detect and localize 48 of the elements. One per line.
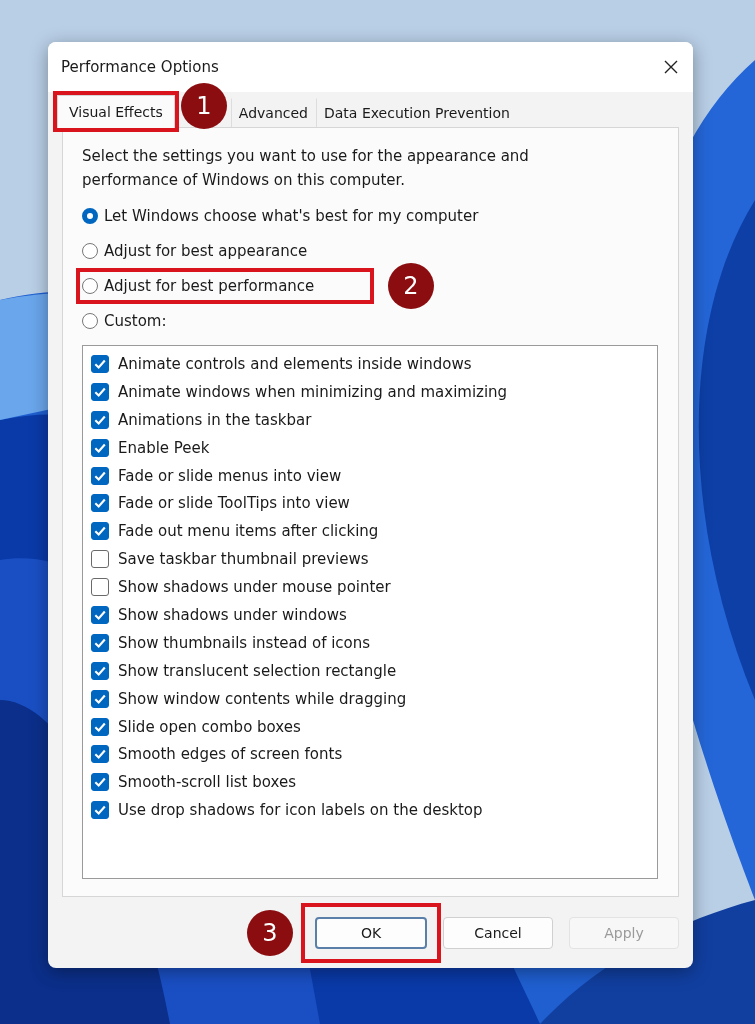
checkbox-label: Animations in the taskbar [118, 410, 312, 429]
checkbox-label: Use drop shadows for icon labels on the desktop [118, 801, 483, 820]
checkbox[interactable] [91, 661, 109, 680]
radio-button[interactable] [82, 243, 98, 259]
checkbox-label: Show shadows under mouse pointer [118, 578, 391, 597]
checkbox[interactable] [91, 466, 109, 485]
checkbox-label: Show window contents while dragging [118, 689, 407, 708]
checkbox[interactable] [91, 717, 109, 736]
checkbox[interactable] [91, 578, 109, 597]
checkbox-label: Animate windows when minimizing and maximizing [118, 382, 508, 401]
checkbox-label: Slide open combo boxes [118, 717, 301, 736]
checkbox-label: Fade out menu items after clicking [118, 522, 379, 541]
checkbox[interactable] [91, 410, 109, 429]
checkbox[interactable] [91, 382, 109, 401]
checkbox[interactable] [91, 801, 109, 820]
close-icon[interactable] [663, 59, 679, 75]
checkbox-label: Smooth edges of screen fonts [118, 745, 343, 764]
checkbox-label: Fade or slide menus into view [118, 466, 342, 485]
description-text: Select the settings you want to use for the appearance and performance of Windows on this computer. [82, 146, 530, 191]
radio-label: Custom: [104, 311, 167, 332]
checkbox[interactable] [91, 745, 109, 764]
checkbox[interactable] [91, 438, 109, 457]
checkbox[interactable] [91, 494, 109, 513]
radio-button[interactable] [82, 278, 98, 294]
radio-button[interactable] [82, 313, 98, 329]
checkbox-label: Show shadows under windows [118, 605, 347, 624]
checkbox-label: Show translucent selection rectangle [118, 661, 397, 680]
checkbox[interactable] [91, 550, 109, 569]
radio-label: Adjust for best performance [104, 276, 315, 297]
radio-label: Adjust for best appearance [104, 241, 308, 262]
checkbox[interactable] [91, 354, 109, 373]
checkbox-label: Save taskbar thumbnail previews [118, 550, 369, 569]
checkbox-label: Enable Peek [118, 438, 210, 457]
ok-button[interactable]: OK [315, 916, 427, 949]
checkbox-label: Animate controls and elements inside windows [118, 354, 472, 373]
cancel-button[interactable]: Cancel [443, 916, 553, 949]
checkbox[interactable] [91, 773, 109, 792]
checkbox[interactable] [91, 605, 109, 624]
checkbox[interactable] [91, 689, 109, 708]
checkbox-label: Smooth-scroll list boxes [118, 773, 296, 792]
checkbox[interactable] [91, 522, 109, 541]
radio-button[interactable] [82, 208, 98, 224]
tab[interactable]: Visual Effects [57, 95, 175, 128]
radio-label: Let Windows choose what's best for my computer [104, 206, 479, 227]
checkbox-label: Fade or slide ToolTips into view [118, 494, 350, 513]
window-title: Performance Options [61, 58, 219, 76]
checkbox[interactable] [91, 633, 109, 652]
checkbox-label: Show thumbnails instead of icons [118, 633, 371, 652]
